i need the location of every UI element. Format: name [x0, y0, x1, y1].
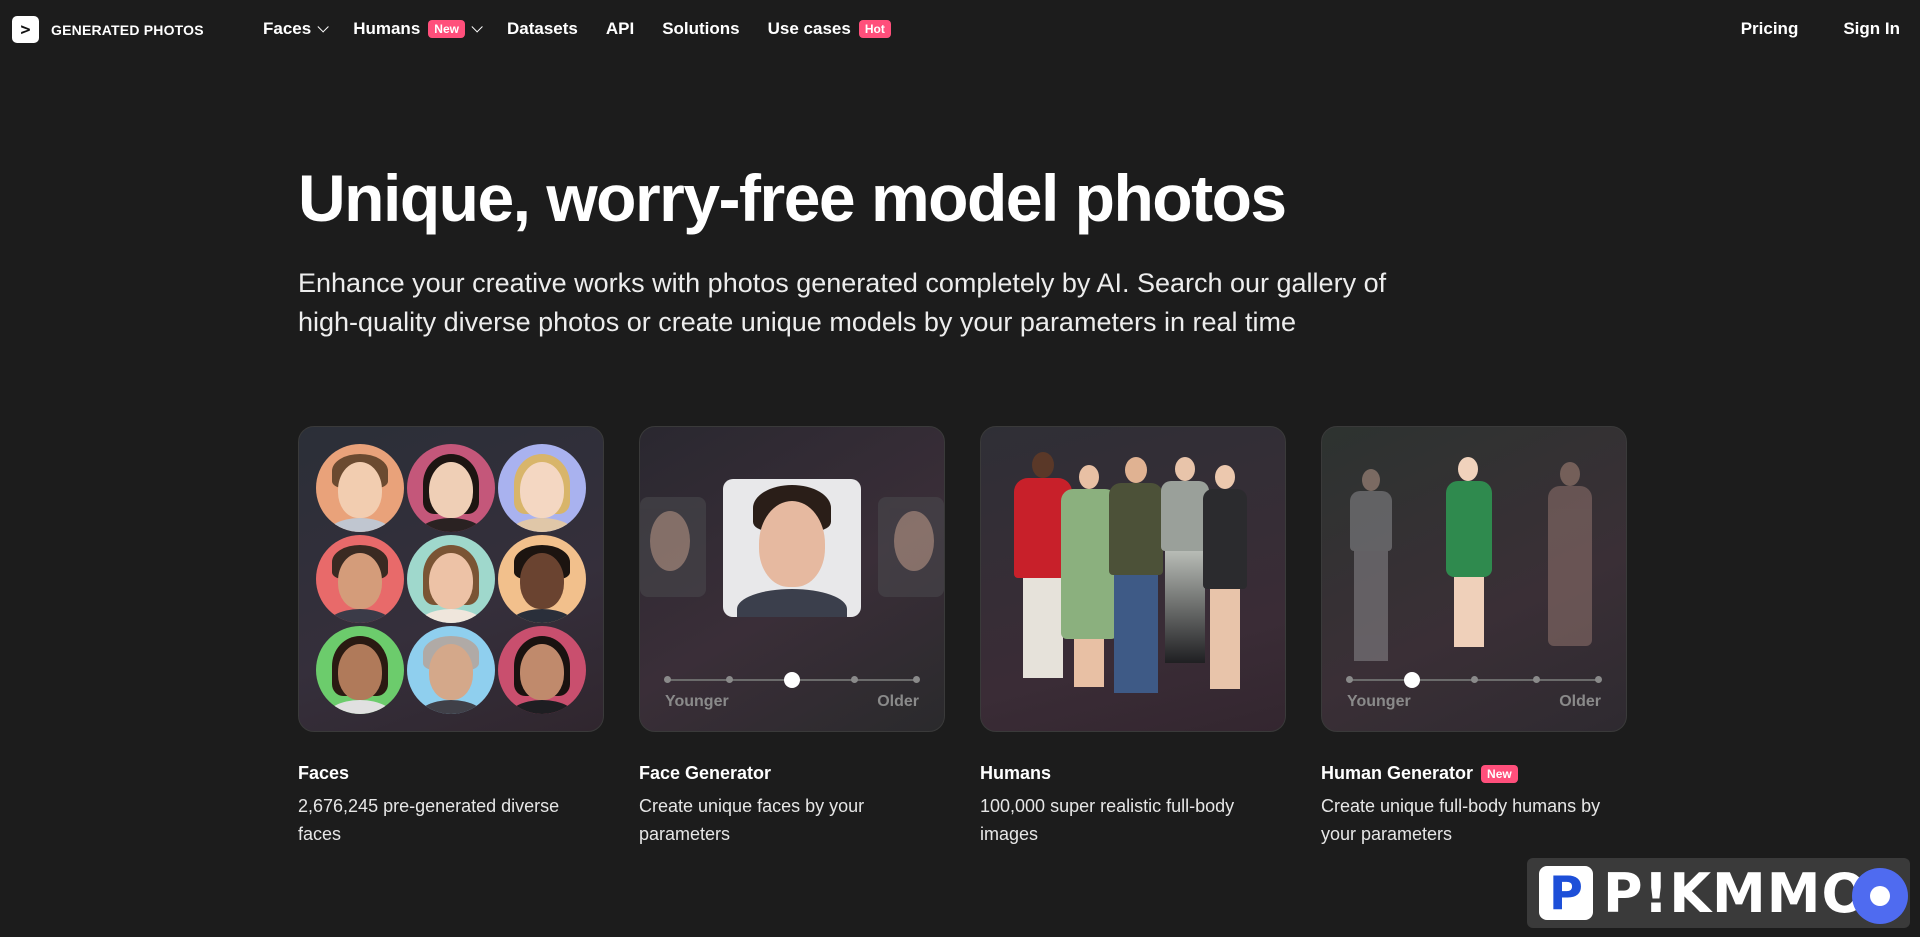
- humans-card-image[interactable]: [980, 426, 1286, 732]
- human-preview-younger: [1350, 469, 1392, 661]
- hero-subtitle: Enhance your creative works with photos …: [298, 264, 1498, 342]
- card-description: Create unique full-body humans by your p…: [1321, 792, 1631, 848]
- brand-name: GENERATED PHOTOS: [51, 21, 204, 38]
- card-description-line: 100,000 super realistic full-body: [980, 796, 1235, 816]
- card-description-line: Create unique faces by your: [639, 796, 865, 816]
- slider-step: [726, 676, 733, 683]
- face-thumbnail: [498, 626, 586, 714]
- top-navigation: > GENERATED PHOTOS Faces Humans New Data…: [0, 0, 1920, 58]
- card-title-face-generator[interactable]: Face Generator: [639, 763, 771, 784]
- slider-step: [1533, 676, 1540, 683]
- human-figure: [1109, 457, 1163, 693]
- face-preview-older: [878, 497, 944, 597]
- age-slider[interactable]: [664, 672, 920, 688]
- slider-min-label: Younger: [1347, 693, 1411, 710]
- card-title-text: Human Generator: [1321, 763, 1474, 783]
- account-links: Pricing Sign In: [1696, 19, 1900, 39]
- face-thumbnail: [498, 444, 586, 532]
- face-thumbnail: [407, 444, 495, 532]
- nav-item-label: API: [605, 19, 635, 38]
- card-title-text: Humans: [980, 763, 1052, 783]
- slider-max-label: Older: [877, 693, 919, 710]
- slider-handle[interactable]: [784, 672, 800, 688]
- nav-item-use-cases[interactable]: Use cases Hot: [768, 19, 891, 39]
- watermark-icon: P: [1539, 866, 1593, 920]
- nav-item-humans[interactable]: Humans New: [353, 19, 483, 39]
- nav-item-label: Datasets: [506, 19, 578, 38]
- slider-step: [664, 676, 671, 683]
- human-generator-card-image[interactable]: Younger Older: [1321, 426, 1627, 732]
- card-description-line: Create unique full-body humans by: [1321, 796, 1601, 816]
- main-menu: Faces Humans New Datasets API Solutions …: [263, 19, 919, 39]
- slider-step: [913, 676, 920, 683]
- slider-step: [851, 676, 858, 683]
- face-thumbnail: [498, 535, 586, 623]
- page-title: Unique, worry-free model photos: [298, 161, 1287, 235]
- logo-icon: >: [12, 16, 39, 43]
- human-figure: [1161, 457, 1209, 663]
- card-title-text: Face Generator: [639, 763, 772, 783]
- nav-item-faces[interactable]: Faces: [263, 19, 329, 39]
- card-description-line: your parameters: [1321, 824, 1453, 844]
- face-thumbnail: [316, 626, 404, 714]
- face-preview: [723, 479, 861, 617]
- card-title-faces[interactable]: Faces: [298, 763, 349, 784]
- human-preview-older: [1548, 462, 1592, 646]
- watermark-text: P!KMMO: [1603, 861, 1869, 925]
- faces-grid: [316, 444, 586, 714]
- nav-item-label: Use cases: [767, 19, 851, 38]
- hero-subtitle-line: high-quality diverse photos or create un…: [298, 307, 1297, 337]
- slider-max-label: Older: [1559, 693, 1601, 710]
- chevron-down-icon: [471, 21, 483, 33]
- human-figure: [1203, 465, 1247, 689]
- card-description: 100,000 super realistic full-body images: [980, 792, 1290, 848]
- sign-in-link[interactable]: Sign In: [1843, 19, 1900, 39]
- pricing-link[interactable]: Pricing: [1741, 19, 1799, 39]
- face-thumbnail: [407, 535, 495, 623]
- card-description-line: faces: [298, 824, 342, 844]
- face-thumbnail: [316, 444, 404, 532]
- card-title-text: Faces: [298, 763, 350, 783]
- nav-item-label: Faces: [263, 19, 312, 38]
- slider-min-label: Younger: [665, 693, 729, 710]
- nav-item-api[interactable]: API: [606, 19, 634, 39]
- nav-item-label: Humans: [353, 19, 421, 38]
- nav-item-solutions[interactable]: Solutions: [662, 19, 739, 39]
- slider-step: [1595, 676, 1602, 683]
- brand-logo[interactable]: > GENERATED PHOTOS: [12, 16, 204, 43]
- nav-item-label: Solutions: [662, 19, 740, 38]
- chevron-down-icon: [317, 21, 329, 33]
- faces-card-image[interactable]: [298, 426, 604, 732]
- face-preview-younger: [640, 497, 706, 597]
- human-preview: [1446, 457, 1492, 647]
- card-description-line: 2,676,245 pre-generated diverse: [298, 796, 560, 816]
- card-title-human-generator[interactable]: Human Generator New: [1321, 763, 1518, 784]
- card-description: 2,676,245 pre-generated diverse faces: [298, 792, 608, 848]
- card-description-line: images: [980, 824, 1039, 844]
- card-description-line: parameters: [639, 824, 731, 844]
- card-description: Create unique faces by your parameters: [639, 792, 949, 848]
- face-generator-card-image[interactable]: Younger Older: [639, 426, 945, 732]
- hot-badge: Hot: [858, 20, 891, 38]
- hero-subtitle-line: Enhance your creative works with photos …: [298, 268, 1387, 298]
- slider-step: [1346, 676, 1353, 683]
- new-badge: New: [1481, 764, 1518, 783]
- card-title-humans[interactable]: Humans: [980, 763, 1051, 784]
- new-badge: New: [428, 20, 465, 38]
- face-thumbnail: [407, 626, 495, 714]
- face-thumbnail: [316, 535, 404, 623]
- slider-step: [1471, 676, 1478, 683]
- age-slider[interactable]: [1346, 672, 1602, 688]
- chat-icon[interactable]: [1852, 868, 1908, 924]
- slider-handle[interactable]: [1403, 672, 1420, 688]
- nav-item-datasets[interactable]: Datasets: [507, 19, 578, 39]
